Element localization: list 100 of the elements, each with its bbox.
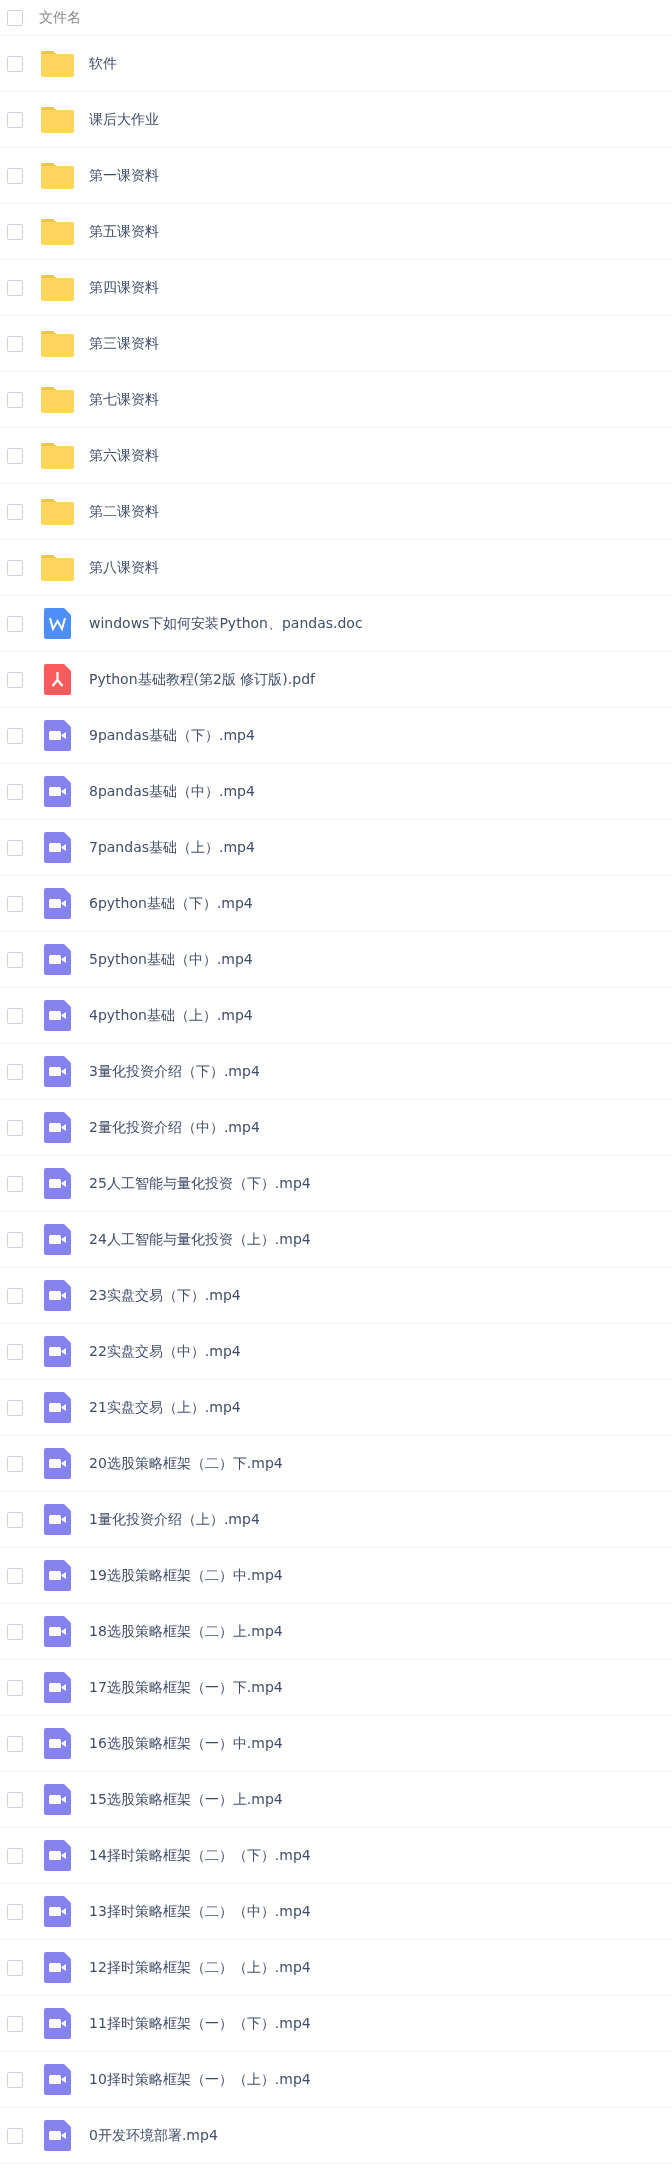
row-checkbox[interactable] bbox=[7, 167, 23, 184]
video-file-icon bbox=[43, 1840, 71, 1871]
row-checkbox[interactable] bbox=[7, 335, 23, 352]
select-all-checkbox[interactable] bbox=[7, 9, 23, 26]
row-checkbox[interactable] bbox=[7, 1679, 23, 1696]
video-file-icon bbox=[43, 1784, 71, 1815]
video-file-icon bbox=[43, 2064, 71, 2095]
row-checkbox[interactable] bbox=[7, 2071, 23, 2088]
row-checkbox[interactable] bbox=[7, 1847, 23, 1864]
row-checkbox[interactable] bbox=[7, 727, 23, 744]
video-file-icon bbox=[43, 1504, 71, 1535]
row-checkbox[interactable] bbox=[7, 951, 23, 968]
file-name[interactable]: 22实盘交易（中）.mp4 bbox=[89, 1342, 241, 1361]
video-file-icon bbox=[43, 1168, 71, 1199]
file-name[interactable]: 第五课资料 bbox=[89, 222, 159, 241]
file-name[interactable]: 第二课资料 bbox=[89, 502, 159, 521]
row-checkbox[interactable] bbox=[7, 1511, 23, 1528]
file-name[interactable]: 10择时策略框架（一）（上）.mp4 bbox=[89, 2070, 311, 2089]
file-name[interactable]: 8pandas基础（中）.mp4 bbox=[89, 782, 255, 801]
file-name[interactable]: 第四课资料 bbox=[89, 278, 159, 297]
folder-icon bbox=[40, 330, 74, 357]
file-name[interactable]: 第三课资料 bbox=[89, 334, 159, 353]
file-name[interactable]: 第七课资料 bbox=[89, 390, 159, 409]
row-checkbox[interactable] bbox=[7, 1455, 23, 1472]
file-name[interactable]: 2量化投资介绍（中）.mp4 bbox=[89, 1118, 260, 1137]
video-file-icon bbox=[43, 2120, 71, 2151]
file-name[interactable]: 6python基础（下）.mp4 bbox=[89, 894, 253, 913]
row-checkbox[interactable] bbox=[7, 2127, 23, 2144]
row-checkbox[interactable] bbox=[7, 1903, 23, 1920]
row-checkbox[interactable] bbox=[7, 1623, 23, 1640]
row-checkbox[interactable] bbox=[7, 1959, 23, 1976]
video-file-icon bbox=[43, 720, 71, 751]
row-checkbox[interactable] bbox=[7, 279, 23, 296]
file-name[interactable]: 软件 bbox=[89, 54, 117, 73]
row-checkbox[interactable] bbox=[7, 1007, 23, 1024]
file-name[interactable]: 第六课资料 bbox=[89, 446, 159, 465]
row-checkbox[interactable] bbox=[7, 1735, 23, 1752]
row-checkbox[interactable] bbox=[7, 615, 23, 632]
file-name[interactable]: 3量化投资介绍（下）.mp4 bbox=[89, 1062, 260, 1081]
row-checkbox[interactable] bbox=[7, 1175, 23, 1192]
row-checkbox[interactable] bbox=[7, 223, 23, 240]
row-checkbox[interactable] bbox=[7, 1567, 23, 1584]
video-file-icon bbox=[43, 1448, 71, 1479]
video-file-icon bbox=[43, 1560, 71, 1591]
row-checkbox[interactable] bbox=[7, 671, 23, 688]
video-file-icon bbox=[43, 1896, 71, 1927]
file-name[interactable]: 15选股策略框架（一）上.mp4 bbox=[89, 1790, 283, 1809]
file-name[interactable]: 12择时策略框架（二）（上）.mp4 bbox=[89, 1958, 311, 1977]
row-checkbox[interactable] bbox=[7, 839, 23, 856]
video-file-icon bbox=[43, 1224, 71, 1255]
row-checkbox[interactable] bbox=[7, 1343, 23, 1360]
row-checkbox[interactable] bbox=[7, 447, 23, 464]
row-checkbox[interactable] bbox=[7, 503, 23, 520]
video-file-icon bbox=[43, 2008, 71, 2039]
file-name[interactable]: 25人工智能与量化投资（下）.mp4 bbox=[89, 1174, 311, 1193]
file-name[interactable]: 17选股策略框架（一）下.mp4 bbox=[89, 1678, 283, 1697]
file-name[interactable]: 第八课资料 bbox=[89, 558, 159, 577]
file-name[interactable]: 13择时策略框架（二）（中）.mp4 bbox=[89, 1902, 311, 1921]
row-checkbox[interactable] bbox=[7, 391, 23, 408]
video-file-icon bbox=[43, 888, 71, 919]
file-name[interactable]: 11择时策略框架（一）（下）.mp4 bbox=[89, 2014, 311, 2033]
folder-icon bbox=[40, 162, 74, 189]
file-name[interactable]: 9pandas基础（下）.mp4 bbox=[89, 726, 255, 745]
folder-icon bbox=[40, 218, 74, 245]
folder-icon bbox=[40, 106, 74, 133]
file-name[interactable]: 5python基础（中）.mp4 bbox=[89, 950, 253, 969]
file-name[interactable]: 19选股策略框架（二）中.mp4 bbox=[89, 1566, 283, 1585]
row-checkbox[interactable] bbox=[7, 1231, 23, 1248]
file-name[interactable]: 0开发环境部署.mp4 bbox=[89, 2126, 218, 2145]
row-checkbox[interactable] bbox=[7, 895, 23, 912]
file-name[interactable]: 第一课资料 bbox=[89, 166, 159, 185]
row-checkbox[interactable] bbox=[7, 1063, 23, 1080]
row-checkbox[interactable] bbox=[7, 111, 23, 128]
file-name[interactable]: windows下如何安装Python、pandas.doc bbox=[89, 614, 363, 633]
file-name[interactable]: Python基础教程(第2版 修订版).pdf bbox=[89, 670, 315, 689]
file-name[interactable]: 18选股策略框架（二）上.mp4 bbox=[89, 1622, 283, 1641]
row-checkbox[interactable] bbox=[7, 2015, 23, 2032]
file-name[interactable]: 14择时策略框架（二）（下）.mp4 bbox=[89, 1846, 311, 1865]
file-name[interactable]: 课后大作业 bbox=[89, 110, 159, 129]
file-name[interactable]: 21实盘交易（上）.mp4 bbox=[89, 1398, 241, 1417]
file-name[interactable]: 4python基础（上）.mp4 bbox=[89, 1006, 253, 1025]
row-checkbox[interactable] bbox=[7, 783, 23, 800]
row-checkbox[interactable] bbox=[7, 1791, 23, 1808]
video-file-icon bbox=[43, 1728, 71, 1759]
row-checkbox[interactable] bbox=[7, 1287, 23, 1304]
row-checkbox[interactable] bbox=[7, 1119, 23, 1136]
file-name[interactable]: 20选股策略框架（二）下.mp4 bbox=[89, 1454, 283, 1473]
file-name[interactable]: 7pandas基础（上）.mp4 bbox=[89, 838, 255, 857]
file-name[interactable]: 24人工智能与量化投资（上）.mp4 bbox=[89, 1230, 311, 1249]
row-checkbox[interactable] bbox=[7, 559, 23, 576]
folder-icon bbox=[40, 50, 74, 77]
file-name[interactable]: 23实盘交易（下）.mp4 bbox=[89, 1286, 241, 1305]
file-name[interactable]: 1量化投资介绍（上）.mp4 bbox=[89, 1510, 260, 1529]
folder-icon bbox=[40, 498, 74, 525]
column-header[interactable]: 文件名 bbox=[39, 8, 81, 27]
row-checkbox[interactable] bbox=[7, 1399, 23, 1416]
file-name[interactable]: 16选股策略框架（一）中.mp4 bbox=[89, 1734, 283, 1753]
folder-icon bbox=[40, 442, 74, 469]
folder-icon bbox=[40, 554, 74, 581]
row-checkbox[interactable] bbox=[7, 55, 23, 72]
